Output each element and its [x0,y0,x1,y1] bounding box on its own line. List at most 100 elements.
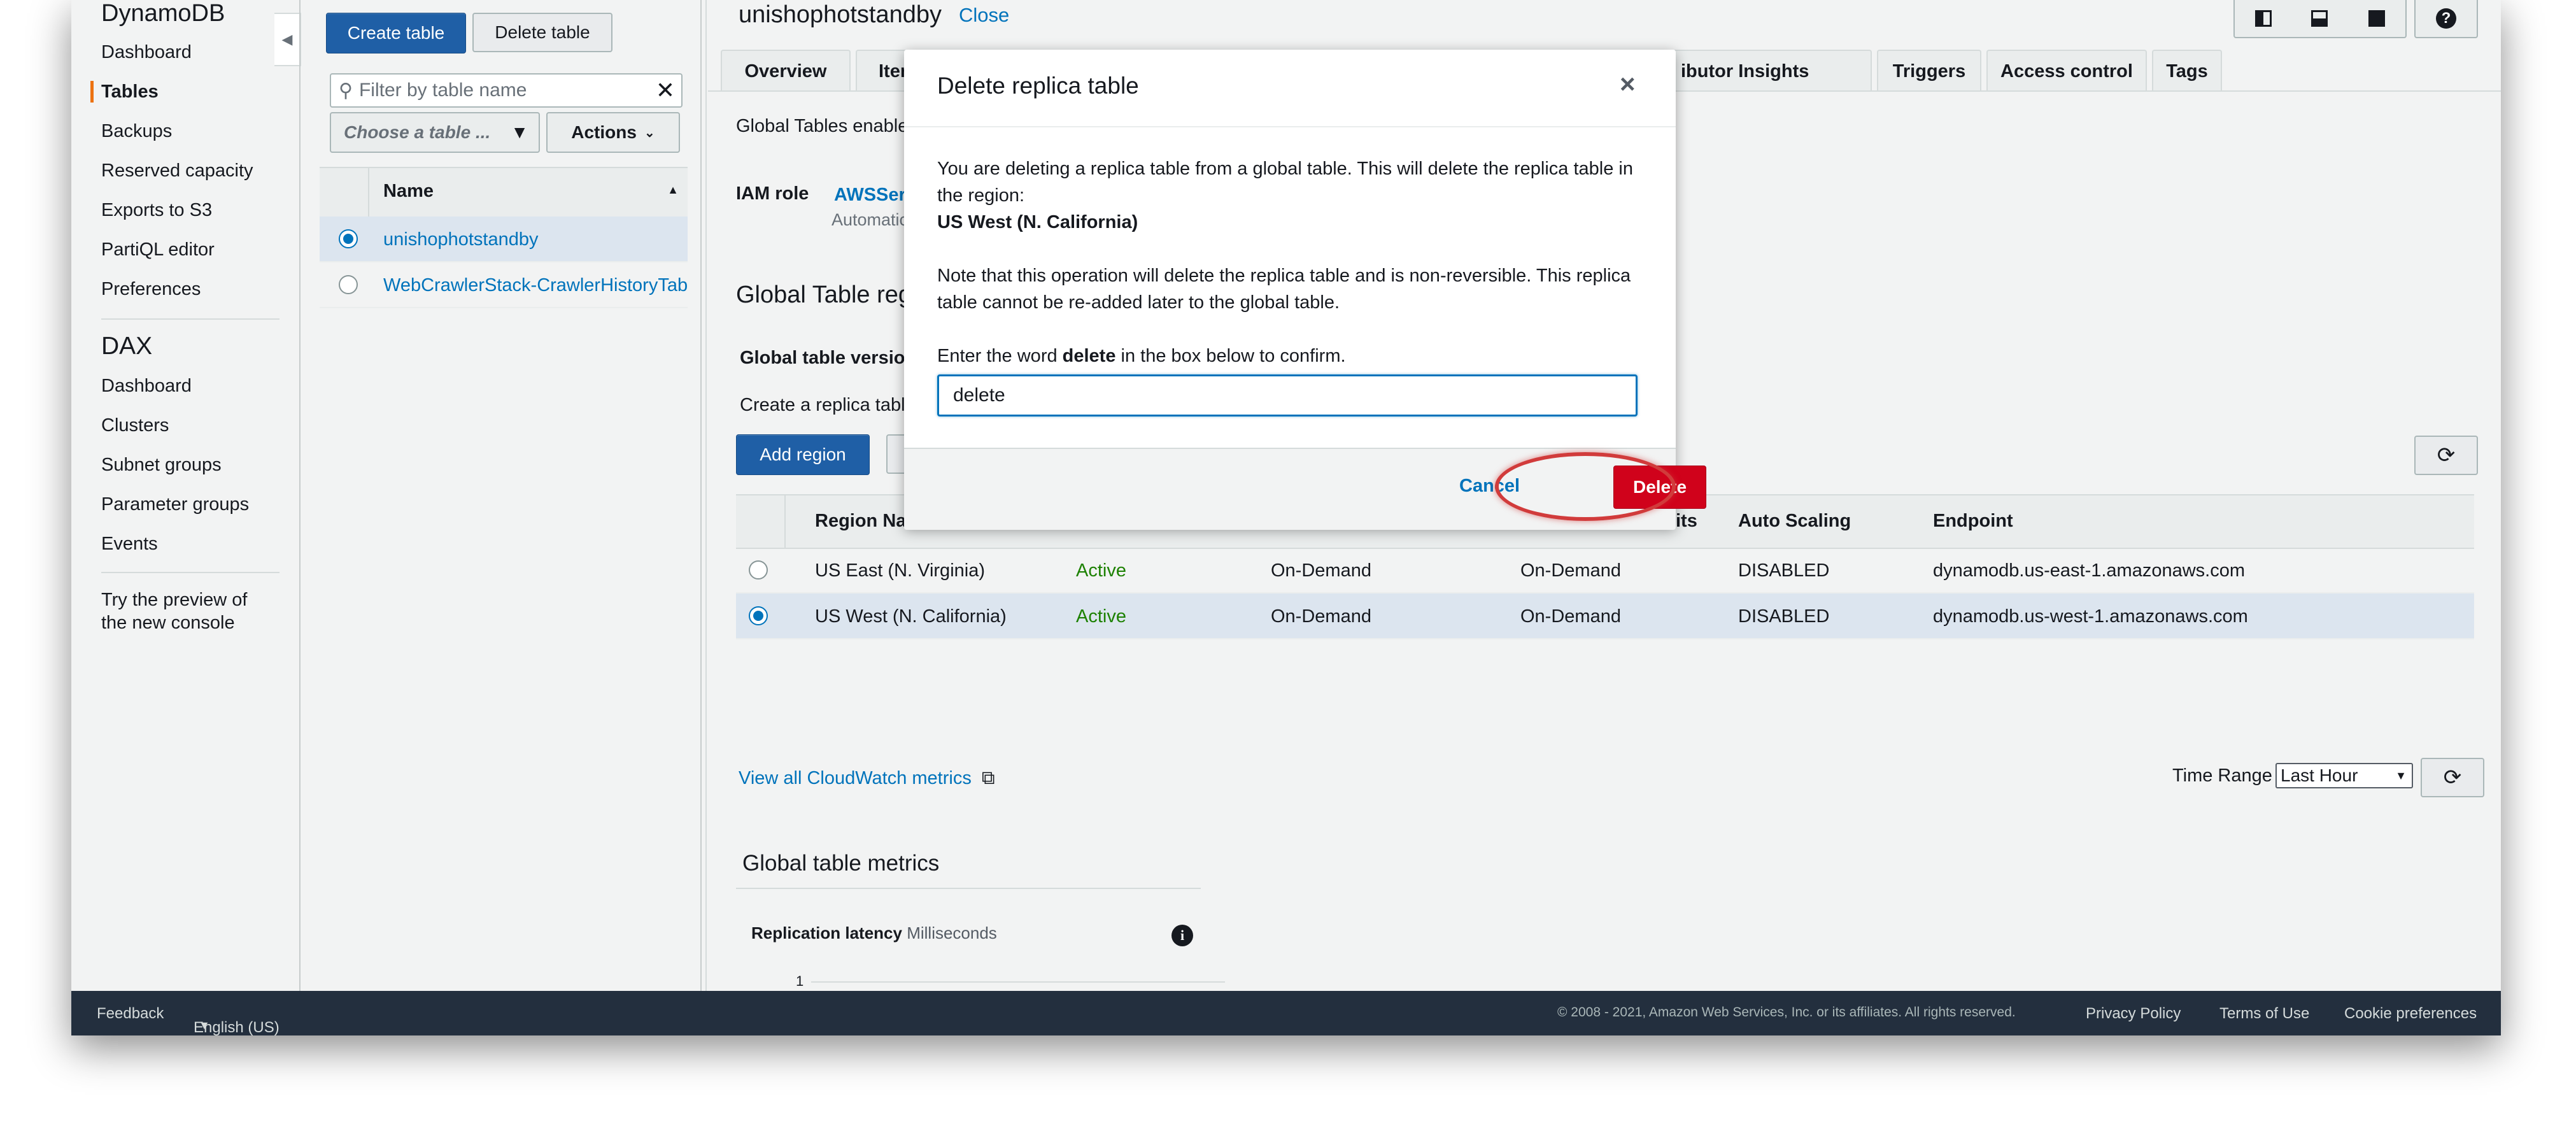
endpoint-header[interactable]: Endpoint [1933,511,2013,532]
nav-tables[interactable]: Tables [101,82,159,103]
nav-events[interactable]: Events [101,534,158,555]
chart-tick: 1 [796,973,804,989]
iam-role-link[interactable]: AWSSer [834,185,906,206]
dax-title: DAX [101,332,153,360]
collapse-nav-button[interactable]: ◀ [274,13,301,66]
modal-note-text: Note that this operation will delete the… [937,266,1631,313]
layout-split-horizontal-button[interactable] [2291,0,2349,38]
row-radio[interactable] [749,606,768,625]
tab-triggers[interactable]: Triggers [1877,50,1981,92]
active-indicator [90,81,94,103]
left-nav: DynamoDB Dashboard Tables Backups Reserv… [71,0,299,991]
caret-down-icon: ▼ [199,1019,210,1032]
confirm-prefix: Enter the word [937,346,1063,366]
add-region-button[interactable]: Add region [736,434,870,475]
divider [368,168,369,217]
caret-down-icon: ▼ [511,122,528,142]
cloudwatch-link-label: View all CloudWatch metrics [739,768,972,788]
region-link[interactable]: US West (N. California) [815,606,1007,627]
refresh-icon: ⟳ [2443,765,2462,790]
info-icon[interactable]: i [1171,925,1193,946]
service-title[interactable]: DynamoDB [101,0,225,27]
terms-link[interactable]: Terms of Use [2219,1005,2309,1023]
nav-parameter-groups[interactable]: Parameter groups [101,494,249,515]
table-link[interactable]: WebCrawlerStack-CrawlerHistoryTab [383,275,688,296]
clear-icon[interactable]: ✕ [656,77,675,104]
filter-input[interactable]: ⚲ Filter by table name ✕ [330,73,683,108]
preview-link-line2[interactable]: the new console [101,613,235,634]
row-radio[interactable] [339,275,358,294]
nav-divider [101,572,280,573]
tables-header: Name ▲ [320,167,688,218]
nav-preferences[interactable]: Preferences [101,279,201,300]
help-button[interactable]: ? [2414,0,2478,38]
cookie-link[interactable]: Cookie preferences [2344,1005,2477,1023]
highlight-ring [1495,452,1676,521]
filter-placeholder: Filter by table name [358,80,527,101]
split-horizontal-icon [2311,10,2328,27]
nav-reserved-capacity[interactable]: Reserved capacity [101,160,253,181]
close-icon[interactable]: × [1620,69,1636,99]
read-capacity-value: On-Demand [1271,606,1371,627]
nav-dashboard[interactable]: Dashboard [101,42,192,63]
close-link[interactable]: Close [959,4,1009,27]
nav-exports-s3[interactable]: Exports to S3 [101,200,212,221]
refresh-regions-button[interactable]: ⟳ [2414,436,2478,475]
table-row[interactable]: US West (N. California) Active On-Demand… [736,594,2474,639]
tab-tags[interactable]: Tags [2152,50,2222,92]
table-link[interactable]: unishophotstandby [383,229,538,250]
write-capacity-header[interactable]: its [1676,511,1697,532]
tab-access-control[interactable]: Access control [1986,50,2147,92]
copyright: © 2008 - 2021, Amazon Web Services, Inc.… [1557,1005,2016,1020]
actions-dropdown[interactable]: Actions ⌄ [546,112,680,153]
chart-gridline [811,981,1225,983]
preview-link-line1[interactable]: Try the preview of [101,590,247,611]
status-value: Active [1076,560,1126,581]
endpoint-value: dynamodb.us-east-1.amazonaws.com [1933,560,2246,581]
auto-scaling-value: DISABLED [1738,560,1830,581]
table-group-select[interactable]: Choose a table ... ▼ [330,112,540,153]
sort-asc-icon[interactable]: ▲ [667,183,679,197]
nav-backups[interactable]: Backups [101,121,172,142]
modal-header: Delete replica table × [904,50,1676,127]
region-link[interactable]: US East (N. Virginia) [815,560,985,581]
auto-scaling-header[interactable]: Auto Scaling [1738,511,1851,532]
privacy-link[interactable]: Privacy Policy [2086,1005,2181,1023]
panel-splitter[interactable] [700,0,702,991]
confirm-delete-input[interactable] [937,374,1638,416]
modal-warning-text: You are deleting a replica table from a … [937,159,1634,206]
region-name-header[interactable]: Region Na [815,511,906,532]
row-radio[interactable] [749,560,768,580]
latency-label: Replication latency [751,923,902,942]
table-row[interactable]: WebCrawlerStack-CrawlerHistoryTab [320,262,688,308]
nav-subnet-groups[interactable]: Subnet groups [101,455,222,476]
full-page-icon [2368,10,2385,27]
console-window: DynamoDB Dashboard Tables Backups Reserv… [71,0,2501,1035]
name-column-header[interactable]: Name [383,181,434,202]
time-range-select[interactable]: Last Hour ▼ [2275,763,2413,788]
nav-partiql[interactable]: PartiQL editor [101,239,215,260]
write-capacity-value: On-Demand [1520,560,1621,581]
create-table-button[interactable]: Create table [326,13,466,53]
create-replica-text: Create a replica table [740,395,916,415]
nav-dax-dashboard[interactable]: Dashboard [101,376,192,397]
nav-clusters[interactable]: Clusters [101,415,169,436]
modal-confirm-instruction: Enter the word delete in the box below t… [937,343,1346,369]
row-radio[interactable] [339,229,358,248]
table-row[interactable]: unishophotstandby [320,217,688,262]
split-vertical-icon [2255,10,2272,27]
modal-title: Delete replica table [937,73,1139,99]
divider [705,0,707,991]
delete-table-button[interactable]: Delete table [472,13,612,52]
tab-overview[interactable]: Overview [721,50,851,92]
time-range-label: Time Range [2172,765,2272,786]
table-row[interactable]: US East (N. Virginia) Active On-Demand O… [736,548,2474,594]
tab-contributor-insights[interactable]: ibutor Insights [1673,50,1872,92]
feedback-link[interactable]: Feedback [97,1005,164,1023]
cloudwatch-link[interactable]: View all CloudWatch metrics ⧉ [739,768,995,789]
layout-split-vertical-button[interactable] [2233,0,2293,38]
divider [784,495,786,548]
refresh-metrics-button[interactable]: ⟳ [2421,758,2484,797]
chevron-down-icon: ▼ [2395,769,2407,782]
layout-full-button[interactable] [2348,0,2407,38]
